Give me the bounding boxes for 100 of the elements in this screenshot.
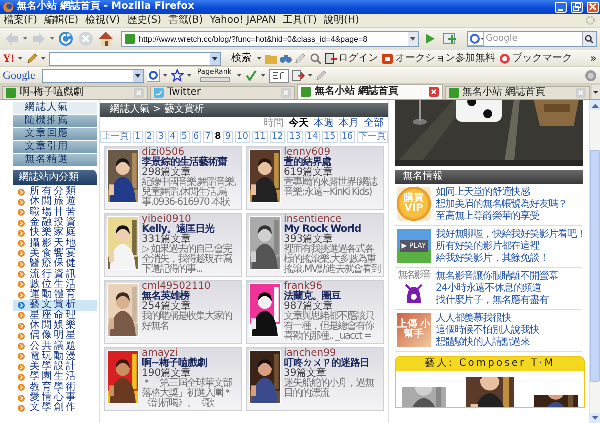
category-link[interactable]: 學園生活: [13, 372, 97, 383]
search-button[interactable]: 検索: [230, 52, 254, 64]
home-button[interactable]: [97, 30, 115, 48]
menu-item[interactable]: 歷史(S): [127, 14, 162, 26]
search-button[interactable]: [582, 32, 596, 46]
page-link[interactable]: 1: [132, 131, 143, 143]
address-field[interactable]: http://www.wretch.cc/blog/?func=hot&hid=0&class_id=4&page=8: [121, 31, 419, 47]
sidebar-link[interactable]: 網誌人氣: [13, 102, 97, 115]
menu-item[interactable]: 檢視(V): [86, 14, 120, 26]
close-button[interactable]: [587, 2, 599, 12]
thumbnail-frame[interactable]: [107, 216, 139, 270]
category-link[interactable]: 藝文賞析: [13, 300, 97, 311]
page-link[interactable]: 7: [203, 131, 213, 143]
thumbnail-frame[interactable]: [249, 216, 281, 270]
promo-link[interactable]: 找什麼片子，無名應有盡有: [436, 295, 558, 306]
overflow-button[interactable]: »: [590, 52, 597, 64]
username-link[interactable]: frank96: [284, 282, 381, 292]
blog-title-link[interactable]: 叮咚ㄉㄨㄗ的迷路日: [284, 359, 381, 369]
menu-item[interactable]: 編輯(E): [44, 14, 79, 26]
username-link[interactable]: cml49502110: [142, 282, 239, 292]
category-link[interactable]: 公共議題: [13, 341, 97, 352]
menu-item[interactable]: 檔案(F): [4, 14, 38, 26]
blog-title-link[interactable]: 啊~梅子嗑戲劇: [142, 359, 239, 369]
page-link[interactable]: 6: [192, 131, 202, 143]
promo-link[interactable]: 所有好笑的影片都在這裡: [436, 241, 586, 252]
search-field[interactable]: [48, 52, 221, 66]
tab-list-icon[interactable]: [592, 85, 600, 99]
promo-link[interactable]: 想加美眉的無名帳號為好友嗎？: [436, 199, 568, 210]
menu-item[interactable]: Yahoo! JAPAN: [210, 14, 276, 26]
category-link[interactable]: 醫療保健: [13, 259, 97, 270]
category-link[interactable]: 攝影天地: [13, 238, 97, 249]
page-link[interactable]: 13: [287, 131, 303, 143]
category-link[interactable]: 文學創作: [13, 403, 97, 414]
promo-link[interactable]: 想體驗快的人請點過來: [436, 337, 540, 348]
maximize-button[interactable]: [571, 2, 583, 12]
menu-item[interactable]: 工具(T): [283, 14, 318, 26]
menu-item[interactable]: 說明(H): [324, 14, 360, 26]
thumbnail-frame[interactable]: [249, 283, 281, 337]
category-link[interactable]: 流行資訊: [13, 269, 97, 280]
page-link[interactable]: 15: [322, 131, 338, 143]
browser-tab[interactable]: 無名小站 網誌首頁: [444, 86, 590, 99]
thumbnail-frame[interactable]: [107, 283, 139, 337]
reload-button[interactable]: [57, 30, 75, 48]
close-icon[interactable]: [428, 87, 438, 97]
yahoo-logo[interactable]: Y!: [3, 52, 15, 64]
blog-title-link[interactable]: 法蘭克。圈豆: [284, 292, 381, 302]
page-link[interactable]: 16: [340, 131, 356, 143]
toolbar-link[interactable]: ログイン: [324, 52, 379, 64]
scroll-up-button[interactable]: [590, 100, 600, 110]
page-link[interactable]: 11: [252, 131, 268, 143]
browser-tab[interactable]: 無名小站 網誌首頁: [297, 84, 442, 99]
category-link[interactable]: 愛情心事: [13, 392, 97, 404]
category-link[interactable]: 教育學術: [13, 382, 97, 393]
menu-item[interactable]: 書籤(B): [168, 14, 204, 26]
search-field[interactable]: [42, 68, 144, 82]
time-filter-link[interactable]: 全部: [364, 118, 384, 128]
category-link[interactable]: 數位生活: [13, 280, 97, 290]
blog-title-link[interactable]: Kelly。遠匡日光: [142, 225, 239, 235]
promo-link[interactable]: 至高無上尊爵榮華的享受: [436, 211, 568, 222]
page-link[interactable]: 2: [144, 131, 154, 143]
page-link[interactable]: 12: [270, 131, 286, 143]
thumbnail-frame[interactable]: [249, 350, 281, 404]
toolbar-link[interactable]: オークション参加無料: [382, 52, 496, 64]
category-link[interactable]: 快樂家庭: [13, 228, 97, 238]
next-page-link[interactable]: 下一頁: [357, 131, 388, 143]
category-link[interactable]: 職場甘苦: [13, 208, 97, 218]
page-link[interactable]: 3: [156, 131, 166, 143]
thumbnail-frame[interactable]: [107, 149, 139, 203]
username-link[interactable]: ianchen99: [284, 349, 381, 359]
promo-link[interactable]: 無名影音讓你眼睛離不開螢幕: [436, 271, 558, 282]
promo-link[interactable]: 我好無聊喔，快給我好笑影片看吧！: [436, 229, 586, 240]
sidebar-link[interactable]: 無名精選: [13, 154, 97, 167]
promo-link[interactable]: 給我好笑影片，其餘免談！: [436, 253, 586, 264]
page-link[interactable]: 8: [214, 132, 222, 142]
promo-link[interactable]: 這個時候不怕別人說我快: [436, 325, 540, 336]
settings-icon[interactable]: [585, 70, 597, 82]
page-link[interactable]: 4: [168, 131, 178, 143]
page-link[interactable]: 14: [304, 131, 320, 143]
category-link[interactable]: 偶像明星: [13, 331, 97, 342]
time-filter-link[interactable]: 本週: [314, 118, 334, 128]
thumbnail-frame[interactable]: [249, 149, 281, 203]
promo-link[interactable]: 24小時永遠不休息的頻道: [436, 283, 558, 294]
promo-link[interactable]: 如同上天堂的舒適快感: [436, 187, 568, 198]
page-link[interactable]: 10: [234, 131, 250, 143]
username-link[interactable]: amayzi: [142, 349, 239, 359]
thumbnail-frame[interactable]: [107, 350, 139, 404]
previous-page-link[interactable]: 上一頁: [100, 131, 131, 143]
browser-tab[interactable]: Twitter: [150, 86, 295, 99]
page-link[interactable]: 9: [223, 131, 233, 143]
promo-link[interactable]: 人人都羨慕我很快: [436, 313, 540, 324]
sidebar-link[interactable]: 文章引用: [13, 141, 97, 154]
scroll-down-button[interactable]: [590, 413, 600, 423]
category-link[interactable]: 休閒旅遊: [13, 197, 97, 208]
category-link[interactable]: 星座命理: [13, 310, 97, 321]
scrollbar-thumb[interactable]: [590, 150, 600, 382]
browser-tab[interactable]: 啊-梅子嗑戲劇: [2, 86, 148, 99]
username-link[interactable]: lenny609: [284, 148, 381, 158]
username-link[interactable]: yibei0910: [142, 215, 239, 225]
sidebar-link[interactable]: 隨機推薦: [13, 115, 97, 128]
search-field[interactable]: Google: [467, 31, 597, 47]
